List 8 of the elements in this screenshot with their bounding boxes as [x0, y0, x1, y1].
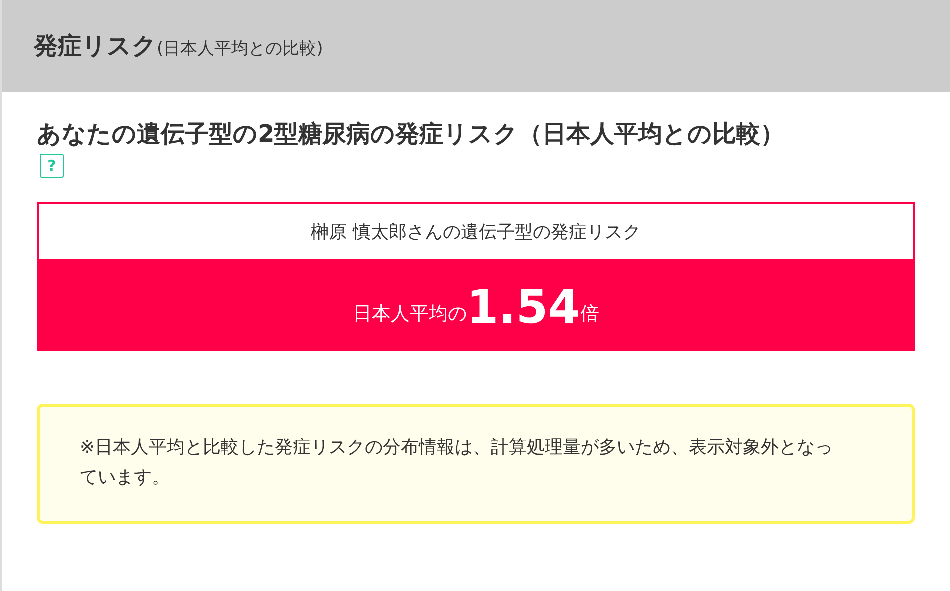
risk-value: 1.54: [466, 280, 580, 334]
header-title: 発症リスク: [34, 31, 157, 62]
section-title: あなたの遺伝子型の2型糖尿病の発症リスク（日本人平均との比較）: [37, 119, 786, 150]
risk-prefix: 日本人平均の: [352, 302, 467, 327]
risk-unit: 倍: [580, 302, 600, 327]
header-subtitle: (日本人平均との比較): [157, 38, 324, 60]
notice-text: ※日本人平均と比較した発症リスクの分布情報は、計算処理量が多いため、表示対象外となっています。: [80, 436, 834, 490]
help-button[interactable]: ?: [40, 154, 64, 178]
